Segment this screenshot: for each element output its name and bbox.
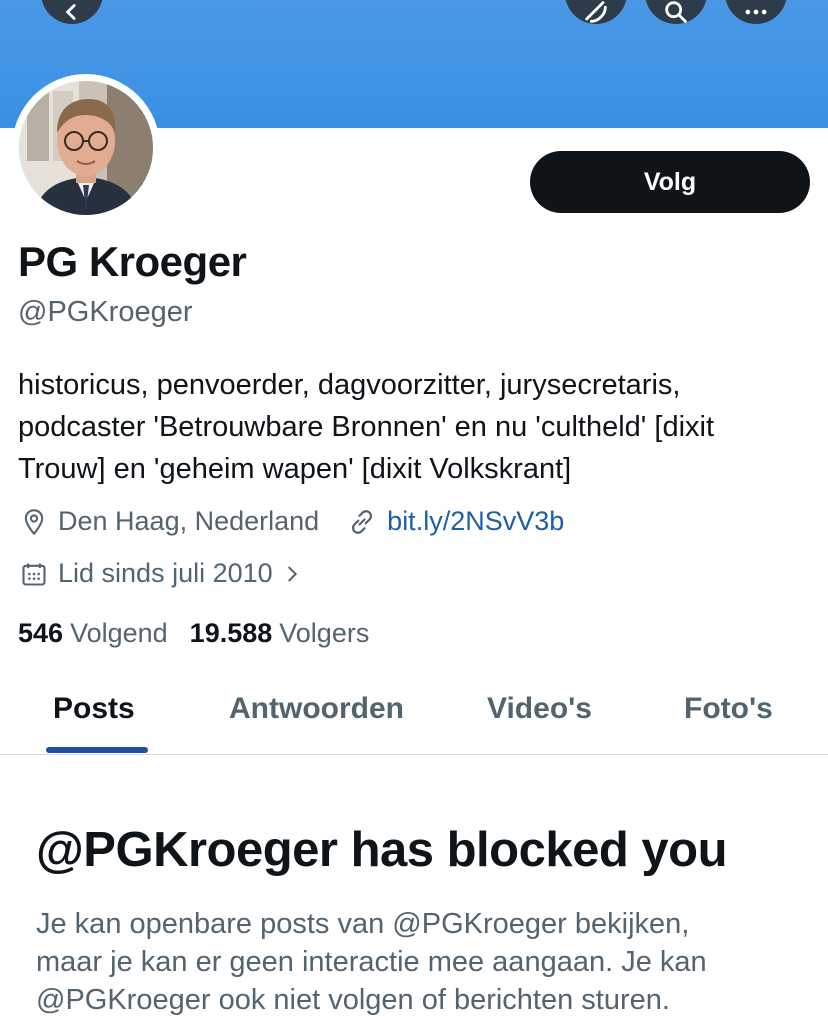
- back-arrow-icon: [65, 4, 76, 20]
- more-icon: [745, 9, 767, 15]
- profile-handle: @PGKroeger: [18, 296, 193, 328]
- avatar[interactable]: [19, 81, 153, 215]
- blocked-message-line: Je kan openbare posts van @PGKroeger bek…: [36, 908, 690, 940]
- profile-tabs: Posts Antwoorden Video's Foto's: [0, 680, 828, 755]
- active-tab-indicator: [46, 747, 148, 753]
- profile-joined: Lid sinds juli 2010: [58, 558, 273, 588]
- profile-website-link[interactable]: bit.ly/2NSvV3b: [387, 506, 564, 537]
- blocked-message-line: maar je kan er geen interactie mee aanga…: [36, 946, 707, 978]
- tab-posts[interactable]: Posts: [53, 692, 135, 726]
- calendar-icon: [22, 563, 46, 586]
- following-stat[interactable]: 546 Volgend: [18, 618, 168, 649]
- profile-stats: 546 Volgend 19.588 Volgers: [18, 618, 369, 649]
- following-label: Volgend: [70, 618, 168, 648]
- followers-count: 19.588: [189, 618, 273, 648]
- following-count: 546: [18, 618, 64, 648]
- followers-label: Volgers: [279, 618, 370, 648]
- link-icon: [352, 509, 373, 534]
- bio-line: historicus, penvoerder, dagvoorzitter, j…: [18, 369, 681, 401]
- profile-meta-row: Den Haag, Nederland bit.ly/2NSvV3b: [20, 506, 564, 537]
- blocked-message-line: @PGKroeger ook niet volgen of berichten …: [36, 984, 670, 1016]
- bio-line: podcaster 'Betrouwbare Bronnen' en nu 'c…: [18, 411, 715, 443]
- tab-fotos[interactable]: Foto's: [684, 692, 773, 726]
- profile-location: Den Haag, Nederland: [58, 506, 320, 536]
- search-icon: [665, 1, 687, 23]
- profile-joined-row[interactable]: Lid sinds juli 2010: [20, 558, 313, 589]
- follow-button[interactable]: Volg: [530, 151, 810, 213]
- tab-videos[interactable]: Video's: [487, 692, 592, 726]
- tab-antwoorden[interactable]: Antwoorden: [229, 692, 404, 726]
- chevron-right-icon: [287, 566, 297, 581]
- location-pin-icon: [24, 508, 44, 535]
- bio-line: Trouw] en 'geheim wapen' [dixit Volkskra…: [18, 453, 572, 485]
- grok-icon: [585, 1, 607, 23]
- followers-stat[interactable]: 19.588 Volgers: [190, 618, 370, 649]
- profile-name: PG Kroeger: [18, 238, 247, 285]
- blocked-title: @PGKroeger has blocked you: [36, 823, 728, 877]
- profile-bio: historicus, penvoerder, dagvoorzitter, j…: [18, 364, 818, 490]
- avatar-photo: [19, 81, 153, 215]
- blocked-message: Je kan openbare posts van @PGKroeger bek…: [36, 905, 806, 1019]
